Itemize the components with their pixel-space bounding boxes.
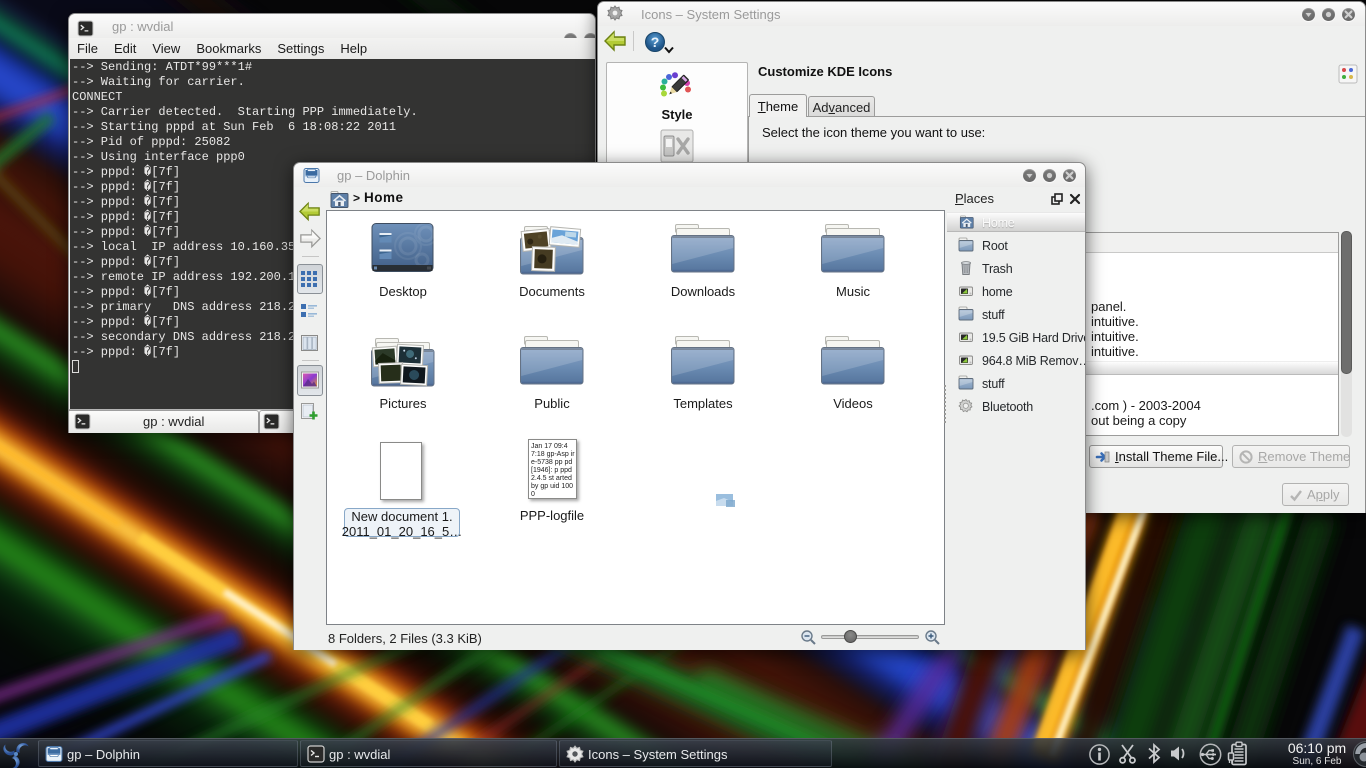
svg-text:?: ?	[651, 34, 660, 50]
